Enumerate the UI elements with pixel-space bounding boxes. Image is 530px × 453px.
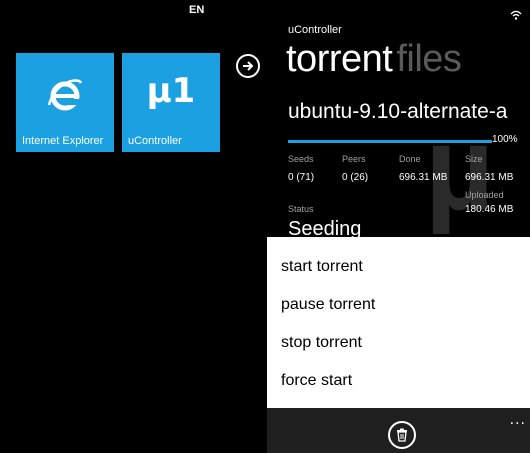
application-bar: ... — [267, 408, 530, 453]
internet-explorer-icon — [16, 75, 114, 119]
torrent-name: ubuntu-9.10-alternate-a — [288, 100, 508, 123]
menu-item-pause-torrent[interactable]: pause torrent — [281, 296, 375, 314]
tile-label: uController — [128, 135, 182, 147]
app-window: µ uController torrent files ubuntu-9.10-a… — [267, 0, 530, 453]
tile-label: Internet Explorer — [22, 135, 104, 147]
tile-ucontroller[interactable]: µ1 uController — [122, 53, 220, 152]
language-indicator: EN — [189, 4, 205, 16]
tile-internet-explorer[interactable]: Internet Explorer — [16, 53, 114, 152]
arrow-right-icon[interactable] — [236, 54, 260, 78]
utorrent-icon: µ1 — [146, 71, 196, 111]
wifi-icon — [510, 5, 522, 24]
menu-item-force-start[interactable]: force start — [281, 372, 352, 390]
app-title: uController — [288, 24, 342, 36]
trash-icon[interactable] — [388, 421, 416, 449]
uploaded-label: Uploaded — [465, 190, 504, 200]
stat-value-peers: 0 (26) — [342, 172, 369, 183]
stat-header-done: Done — [399, 154, 421, 164]
context-menu: start torrent pause torrent stop torrent… — [267, 237, 530, 408]
progress-fill — [288, 140, 492, 143]
stat-value-done: 696.31 MB — [399, 172, 448, 183]
stat-value-size: 696.31 MB — [465, 172, 514, 183]
progress-percent: 100% — [492, 134, 518, 145]
stat-header-size: Size — [465, 154, 483, 164]
status-label: Status — [288, 204, 314, 214]
start-screen: EN Internet Explorer µ1 uController — [0, 0, 265, 453]
stat-value-seeds: 0 (71) — [288, 172, 315, 183]
menu-item-stop-torrent[interactable]: stop torrent — [281, 334, 362, 352]
more-options-button[interactable]: ... — [510, 412, 526, 428]
menu-item-start-torrent[interactable]: start torrent — [281, 258, 363, 276]
uploaded-value: 180.46 MB — [465, 204, 514, 215]
tab-files[interactable]: files — [396, 38, 462, 80]
progress-bar — [288, 140, 492, 143]
tab-torrent[interactable]: torrent — [286, 38, 393, 80]
stat-header-seeds: Seeds — [288, 154, 314, 164]
stat-header-peers: Peers — [342, 154, 366, 164]
pivot-header: torrent files — [286, 38, 462, 81]
